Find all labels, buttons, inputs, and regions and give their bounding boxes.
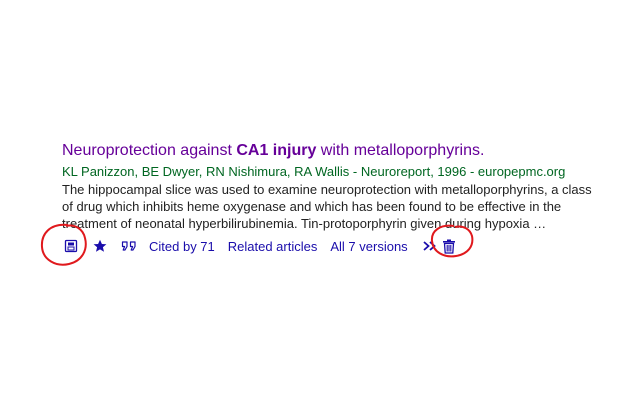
double-chevron-icon[interactable] — [422, 239, 438, 253]
save-icon[interactable] — [64, 239, 78, 253]
result-snippet: The hippocampal slice was used to examin… — [62, 181, 612, 232]
title-text-start: Neuroprotection against — [62, 142, 237, 159]
result-actions: Cited by 71 Related articles All 7 versi… — [62, 234, 612, 258]
all-versions-link[interactable]: All 7 versions — [330, 239, 407, 254]
snippet-line: The hippocampal slice was used to examin… — [62, 182, 592, 197]
cite-quote-icon[interactable] — [121, 239, 137, 253]
search-result: Neuroprotection against CA1 injury with … — [62, 141, 612, 258]
title-text-bold: CA1 injury — [236, 142, 317, 159]
title-text-end: with metalloporphyrins. — [316, 142, 485, 159]
snippet-line: of drug which inhibits heme oxygenase an… — [62, 199, 562, 214]
related-articles-link[interactable]: Related articles — [228, 239, 318, 254]
trash-icon[interactable] — [442, 239, 456, 254]
snippet-line: treatment of neonatal hyperbilirubinemia… — [62, 216, 547, 231]
result-authors: KL Panizzon, BE Dwyer, RN Nishimura, RA … — [62, 164, 566, 179]
result-title-link[interactable]: Neuroprotection against CA1 injury with … — [62, 141, 612, 161]
star-icon[interactable] — [93, 239, 107, 253]
cited-by-link[interactable]: Cited by 71 — [149, 239, 215, 254]
